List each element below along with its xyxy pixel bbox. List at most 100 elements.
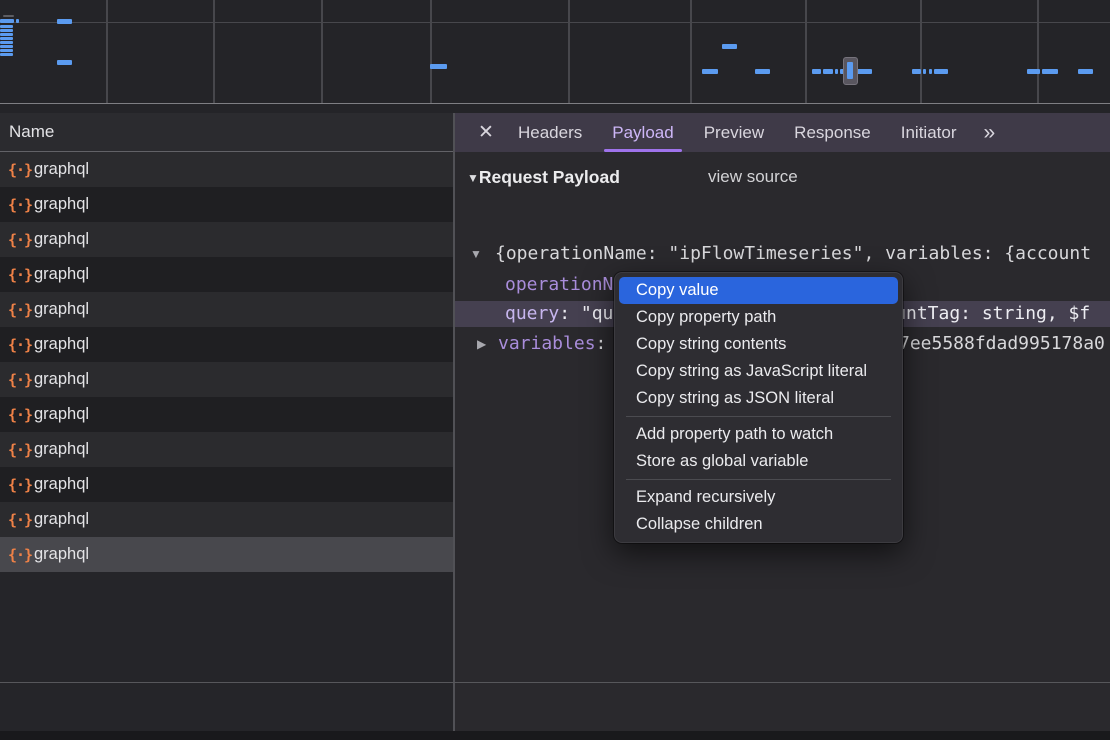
- waterfall-request-bar: [0, 49, 13, 52]
- overview-gridline-vertical: [805, 0, 807, 103]
- section-title: Request Payload: [479, 167, 620, 187]
- property-key: variables: [498, 333, 596, 354]
- waterfall-request-bar: [857, 69, 872, 74]
- disclosure-expanded-icon[interactable]: ▼: [470, 242, 482, 266]
- json-request-icon: {·}: [8, 476, 34, 494]
- request-row[interactable]: {·}graphql: [0, 292, 453, 327]
- overview-gridline-vertical: [1037, 0, 1039, 103]
- waterfall-request-bar: [702, 69, 718, 74]
- property-key: query: [505, 303, 559, 324]
- overview-gridline-vertical: [920, 0, 922, 103]
- waterfall-request-bar: [722, 44, 737, 49]
- json-request-icon: {·}: [8, 441, 34, 459]
- waterfall-request-bar: [835, 69, 838, 74]
- json-request-icon: {·}: [8, 196, 34, 214]
- disclosure-collapsed-icon[interactable]: ▶: [477, 332, 486, 356]
- waterfall-request-bar: [755, 69, 770, 74]
- overview-gridline-horizontal: [0, 22, 1110, 23]
- json-request-icon: {·}: [8, 161, 34, 179]
- network-overview-timeline[interactable]: [0, 0, 1110, 113]
- json-request-icon: {·}: [8, 266, 34, 284]
- request-row[interactable]: {·}graphql: [0, 187, 453, 222]
- waterfall-request-bar: [3, 15, 14, 17]
- context-menu-item[interactable]: Copy value: [619, 277, 898, 304]
- tab-payload[interactable]: Payload: [597, 113, 688, 152]
- waterfall-request-bar: [430, 64, 447, 69]
- waterfall-request-bar: [0, 37, 13, 40]
- context-menu: Copy valueCopy property pathCopy string …: [614, 272, 903, 543]
- waterfall-request-bar: [0, 29, 13, 32]
- detail-tab-bar: ✕ HeadersPayloadPreviewResponseInitiator…: [455, 113, 1110, 152]
- context-menu-item[interactable]: Copy string as JavaScript literal: [619, 358, 898, 385]
- tab-headers[interactable]: Headers: [503, 113, 597, 152]
- request-row[interactable]: {·}graphql: [0, 257, 453, 292]
- close-panel-button[interactable]: ✕: [469, 113, 503, 152]
- request-name-label: graphql: [34, 335, 89, 354]
- waterfall-request-bar: [0, 45, 13, 48]
- name-column-header-label: Name: [9, 122, 54, 141]
- request-name-label: graphql: [34, 160, 89, 179]
- request-row[interactable]: {·}graphql: [0, 537, 453, 572]
- context-menu-item[interactable]: Add property path to watch: [619, 421, 898, 448]
- name-column-header[interactable]: Name: [0, 113, 453, 152]
- waterfall-request-bar: [912, 69, 921, 74]
- property-text: :: [559, 303, 581, 324]
- request-name-label: graphql: [34, 300, 89, 319]
- waterfall-request-bar: [1042, 69, 1058, 74]
- waterfall-request-bar: [57, 60, 72, 65]
- json-request-icon: {·}: [8, 231, 34, 249]
- request-row[interactable]: {·}graphql: [0, 432, 453, 467]
- context-menu-item[interactable]: Store as global variable: [619, 448, 898, 475]
- section-collapse-icon[interactable]: ▼: [467, 171, 479, 185]
- request-name-label: graphql: [34, 265, 89, 284]
- json-request-icon: {·}: [8, 301, 34, 319]
- overview-bottom-divider: [0, 103, 1110, 104]
- waterfall-request-bar: [934, 69, 948, 74]
- waterfall-request-bar: [823, 69, 833, 74]
- waterfall-request-bar: [57, 19, 72, 24]
- menu-separator: [626, 479, 891, 480]
- close-icon: ✕: [478, 121, 494, 144]
- payload-tree-row[interactable]: ▼ {operationName: "ipFlowTimeseries", var…: [455, 242, 1110, 266]
- property-text: {operationName: "ipFlowTimeseries", vari…: [495, 243, 1091, 264]
- context-menu-item[interactable]: Expand recursively: [619, 484, 898, 511]
- json-request-icon: {·}: [8, 336, 34, 354]
- context-menu-item[interactable]: Copy string as JSON literal: [619, 385, 898, 412]
- chevron-double-right-icon: »: [983, 121, 993, 145]
- waterfall-request-bar: [16, 19, 19, 23]
- footer-divider: [0, 682, 1110, 683]
- request-row[interactable]: {·}graphql: [0, 327, 453, 362]
- view-source-button[interactable]: view source: [708, 165, 798, 189]
- context-menu-item[interactable]: Collapse children: [619, 511, 898, 538]
- waterfall-request-bar: [1027, 69, 1040, 74]
- request-row[interactable]: {·}graphql: [0, 502, 453, 537]
- request-name-label: graphql: [34, 510, 89, 529]
- tab-response[interactable]: Response: [779, 113, 886, 152]
- waterfall-request-bar: [1078, 69, 1093, 74]
- selected-request-marker: [843, 57, 858, 85]
- overview-gridline-vertical: [106, 0, 108, 103]
- window-bottom-edge: [0, 731, 1110, 740]
- waterfall-request-bar: [923, 69, 926, 74]
- json-request-icon: {·}: [8, 511, 34, 529]
- overview-gridline-vertical: [213, 0, 215, 103]
- context-menu-item[interactable]: Copy property path: [619, 304, 898, 331]
- tab-initiator[interactable]: Initiator: [886, 113, 972, 152]
- payload-tree-text: {operationName: "ipFlowTimeseries", vari…: [495, 242, 1091, 266]
- tab-preview[interactable]: Preview: [689, 113, 779, 152]
- request-row[interactable]: {·}graphql: [0, 397, 453, 432]
- selected-request-marker-bar: [847, 62, 853, 79]
- waterfall-request-bar: [0, 25, 13, 28]
- request-name-label: graphql: [34, 545, 89, 564]
- request-row[interactable]: {·}graphql: [0, 222, 453, 257]
- devtools-network-panel: Name {·}graphql{·}graphql{·}graphql{·}gr…: [0, 0, 1110, 740]
- more-tabs-button[interactable]: »: [971, 113, 1005, 152]
- waterfall-request-bar: [0, 41, 13, 44]
- request-row[interactable]: {·}graphql: [0, 362, 453, 397]
- request-row[interactable]: {·}graphql: [0, 467, 453, 502]
- request-row[interactable]: {·}graphql: [0, 152, 453, 187]
- request-name-label: graphql: [34, 475, 89, 494]
- request-name-label: graphql: [34, 440, 89, 459]
- request-name-label: graphql: [34, 230, 89, 249]
- context-menu-item[interactable]: Copy string contents: [619, 331, 898, 358]
